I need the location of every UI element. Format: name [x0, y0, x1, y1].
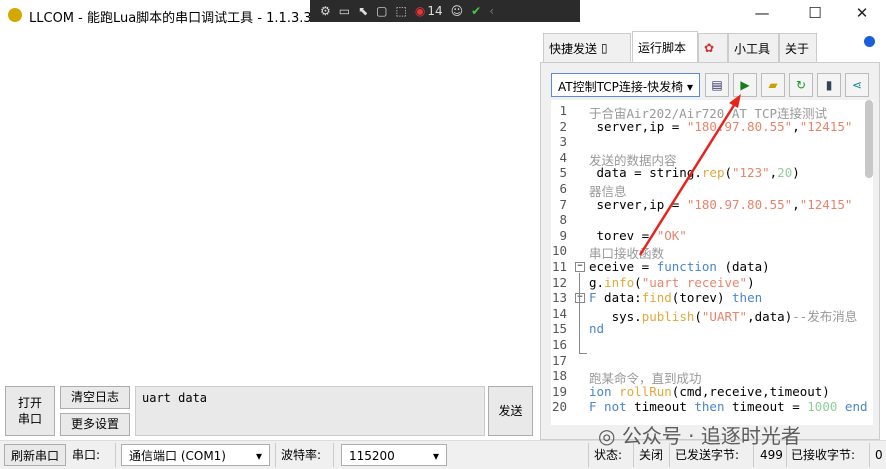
watermark-text: 公众号 · 追逐时光者	[621, 424, 801, 448]
watermark: ◎ 公众号 · 追逐时光者	[598, 420, 801, 449]
annotation-arrow	[638, 94, 741, 256]
wechat-icon: ◎	[598, 424, 622, 448]
